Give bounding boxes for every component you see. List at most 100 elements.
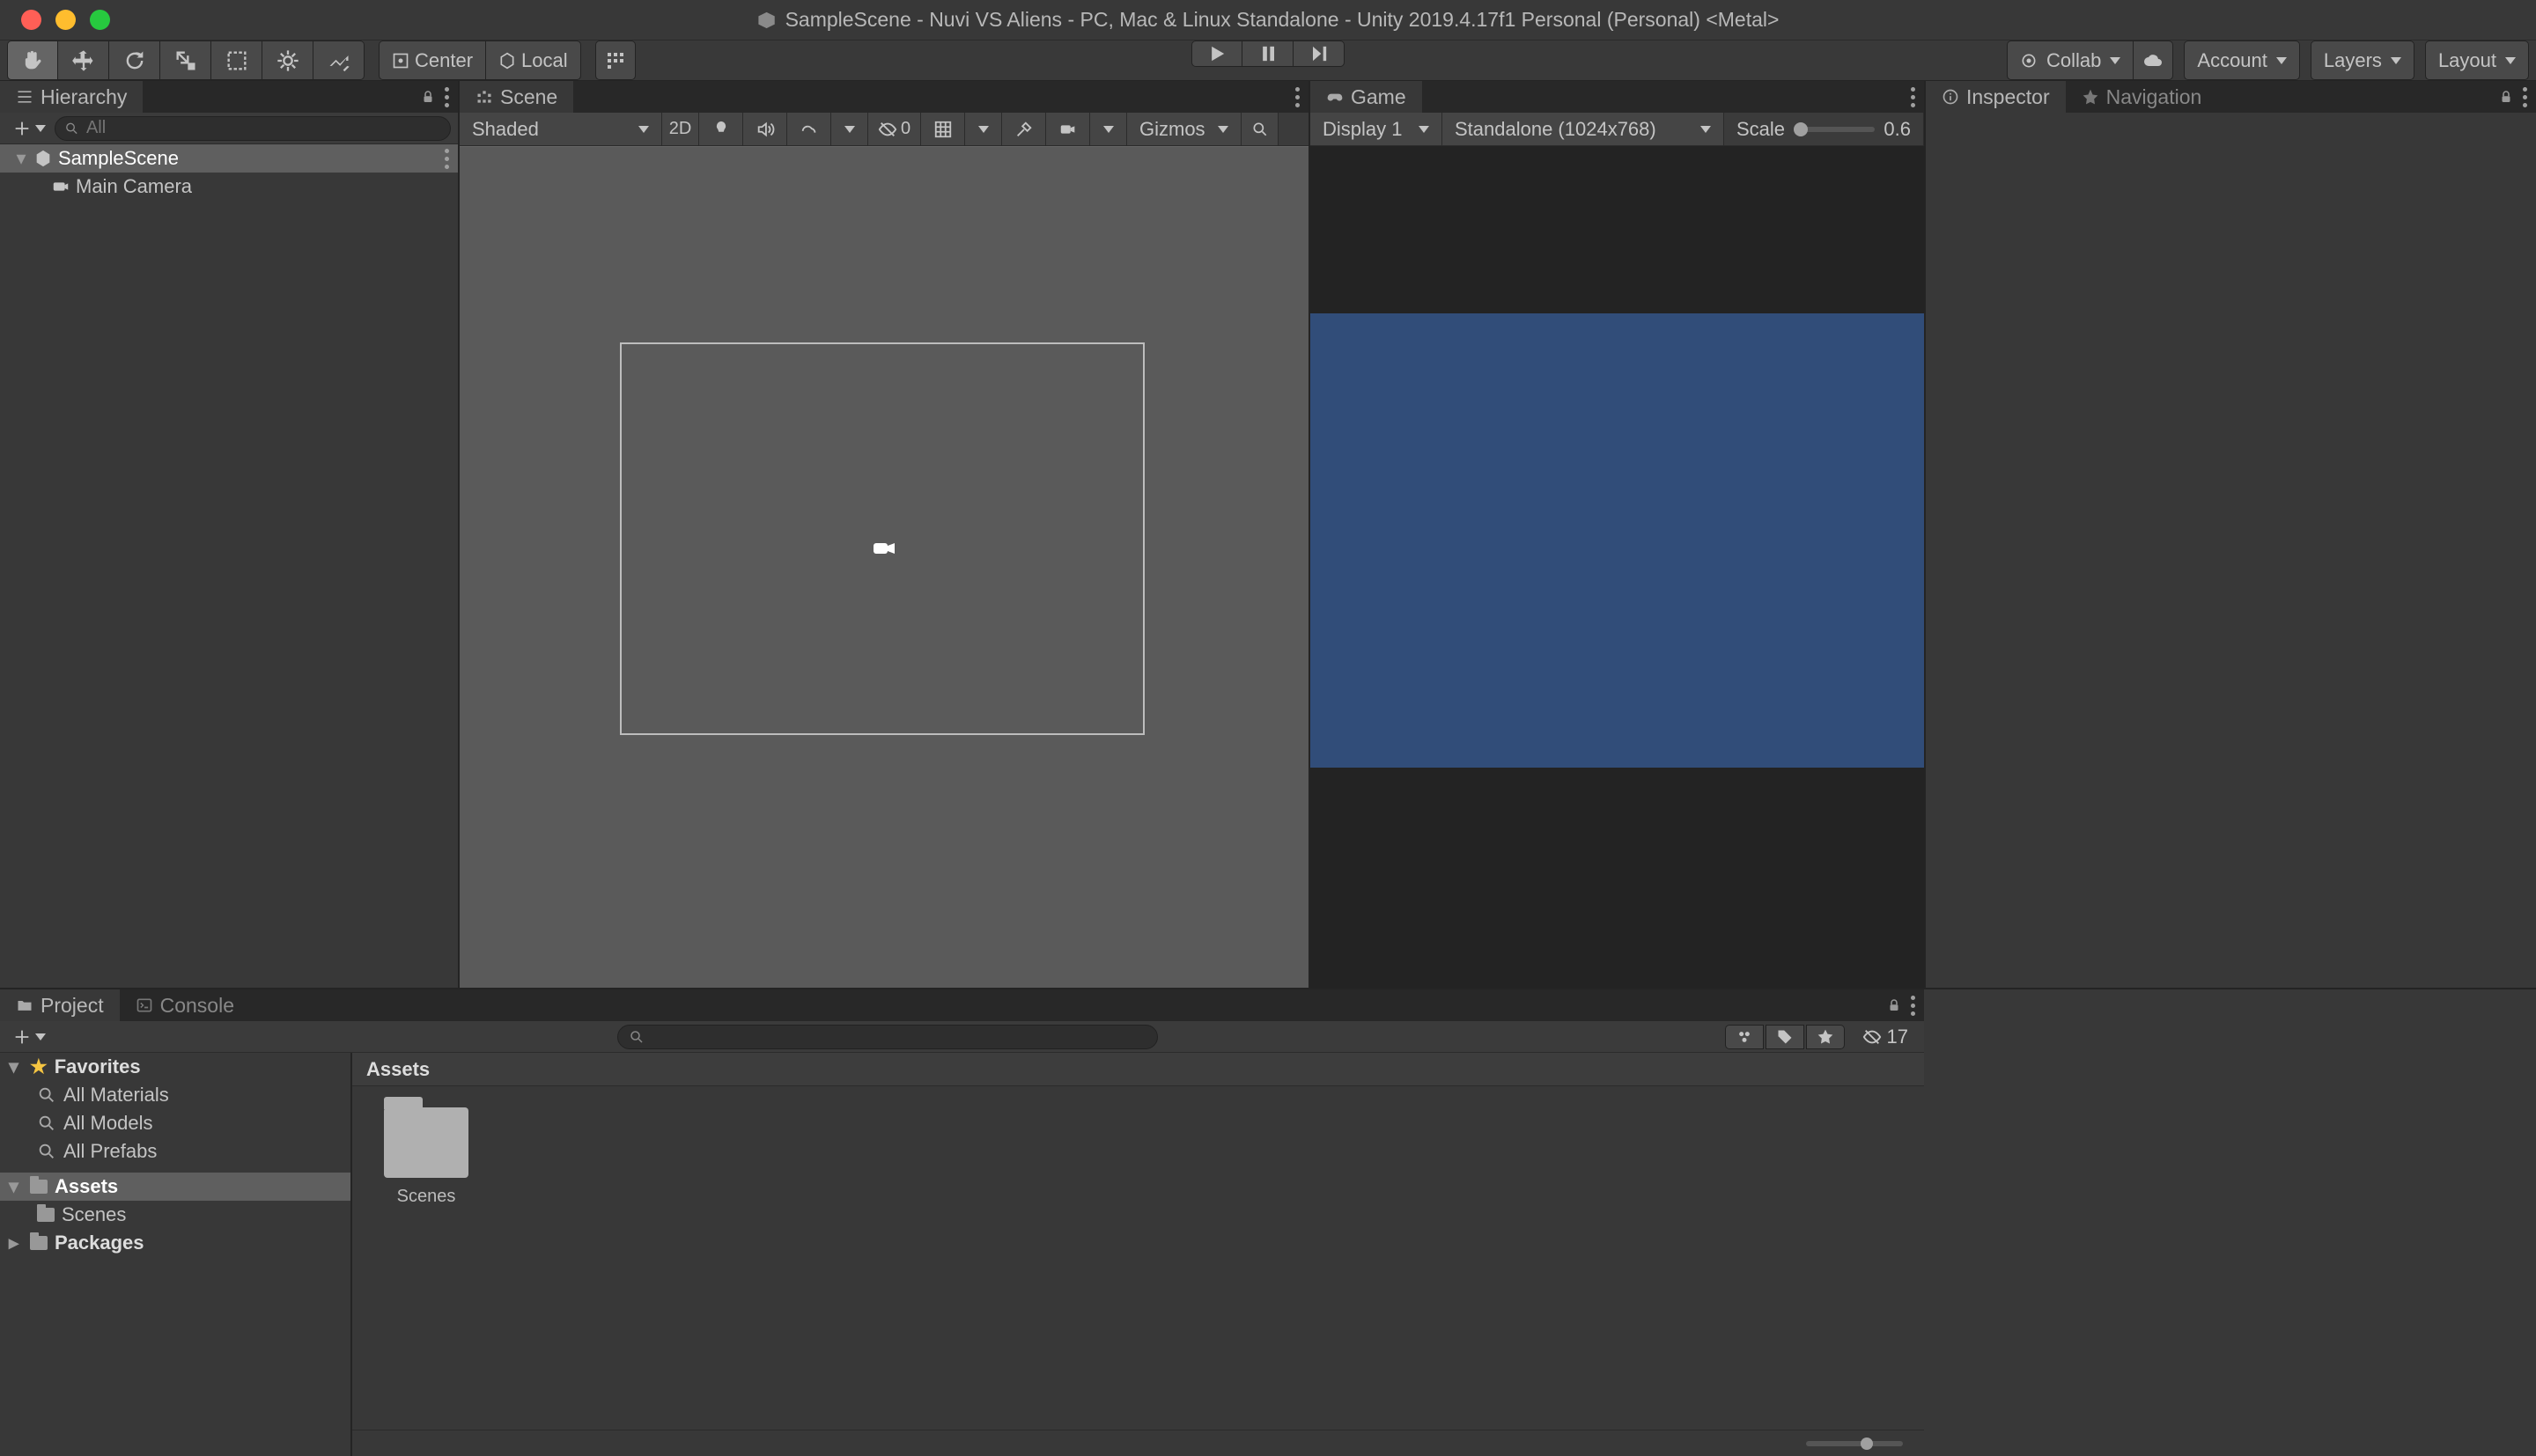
- close-window-button[interactable]: [21, 10, 41, 30]
- hierarchy-item-camera[interactable]: Main Camera: [0, 173, 458, 201]
- tab-project[interactable]: Project: [0, 989, 120, 1021]
- cloud-button[interactable]: [2133, 40, 2173, 80]
- collab-dropdown[interactable]: Collab: [2007, 40, 2133, 80]
- move-tool-button[interactable]: [58, 40, 109, 80]
- scene-visibility-button[interactable]: 0: [868, 113, 921, 145]
- display-label: Display 1: [1323, 118, 1402, 141]
- scene-camera-dropdown[interactable]: [1090, 113, 1127, 145]
- asset-item-folder[interactable]: Scenes: [373, 1107, 479, 1408]
- tab-options-button[interactable]: [2523, 87, 2527, 107]
- packages-root[interactable]: ▸ Packages: [0, 1229, 350, 1257]
- layers-dropdown[interactable]: Layers: [2311, 40, 2414, 80]
- hidden-packages-count: 17: [1887, 1026, 1908, 1048]
- scene-view[interactable]: [460, 146, 1309, 988]
- scale-slider[interactable]: [1794, 127, 1875, 132]
- tab-inspector[interactable]: Inspector: [1926, 81, 2066, 113]
- step-button[interactable]: [1294, 40, 1345, 67]
- favorites-header[interactable]: ▾ ★ Favorites: [0, 1053, 350, 1081]
- chevron-down-icon: [978, 126, 989, 133]
- search-icon: [64, 121, 79, 136]
- gizmos-dropdown[interactable]: Gizmos: [1127, 113, 1242, 145]
- hierarchy-item-scene[interactable]: ▾ SampleScene: [0, 144, 458, 173]
- tab-game[interactable]: Game: [1310, 81, 1422, 113]
- create-button[interactable]: [7, 119, 51, 138]
- rect-tool-button[interactable]: [211, 40, 262, 80]
- assets-root[interactable]: ▾ Assets: [0, 1173, 350, 1201]
- pivot-local-button[interactable]: Local: [485, 40, 581, 80]
- tab-console[interactable]: Console: [120, 989, 250, 1021]
- minimize-window-button[interactable]: [55, 10, 76, 30]
- asset-item-label: Scenes: [397, 1187, 456, 1207]
- hand-tool-button[interactable]: [7, 40, 58, 80]
- scene-tools-button[interactable]: [1002, 113, 1046, 145]
- scale-control[interactable]: Scale 0.6: [1724, 113, 1924, 145]
- shading-mode-dropdown[interactable]: Shaded: [460, 113, 662, 145]
- slider-thumb[interactable]: [1861, 1438, 1873, 1450]
- favorite-item[interactable]: All Materials: [0, 1081, 350, 1109]
- save-search-button[interactable]: [1806, 1025, 1845, 1049]
- assets-child[interactable]: Scenes: [0, 1201, 350, 1229]
- scene-audio-button[interactable]: [743, 113, 787, 145]
- scene-grid-dropdown[interactable]: [965, 113, 1002, 145]
- hidden-packages-toggle[interactable]: 17: [1854, 1026, 1917, 1048]
- chevron-down-icon: [2391, 57, 2401, 64]
- grid-snap-button[interactable]: [595, 40, 636, 80]
- tab-options-button[interactable]: [445, 87, 449, 107]
- game-tab-icon: [1326, 88, 1344, 106]
- resolution-dropdown[interactable]: Standalone (1024x768): [1442, 113, 1724, 145]
- scene-lighting-button[interactable]: [699, 113, 743, 145]
- pause-button[interactable]: [1242, 40, 1294, 67]
- camera-gizmo-icon[interactable]: [870, 534, 898, 563]
- project-breadcrumb[interactable]: Assets: [352, 1053, 1924, 1086]
- transform-tool-button[interactable]: [262, 40, 313, 80]
- scene-options-button[interactable]: [445, 149, 449, 169]
- project-sidebar[interactable]: ▾ ★ Favorites All Materials All Models A…: [0, 1053, 352, 1456]
- scale-slider-thumb[interactable]: [1794, 122, 1808, 136]
- lock-icon[interactable]: [1886, 996, 1902, 1014]
- scene-camera-button[interactable]: [1046, 113, 1090, 145]
- filter-type-button[interactable]: [1725, 1025, 1764, 1049]
- 2d-toggle-button[interactable]: 2D: [662, 113, 699, 145]
- tab-navigation[interactable]: Navigation: [2066, 81, 2218, 113]
- scene-fx-button[interactable]: [787, 113, 831, 145]
- tab-hierarchy[interactable]: Hierarchy: [0, 81, 143, 113]
- project-search[interactable]: [617, 1025, 1158, 1049]
- tab-options-button[interactable]: [1911, 87, 1915, 107]
- layout-dropdown[interactable]: Layout: [2425, 40, 2529, 80]
- hierarchy-tree[interactable]: ▾ SampleScene Main Camera: [0, 144, 458, 988]
- maximize-window-button[interactable]: [90, 10, 110, 30]
- grid-size-slider[interactable]: [1806, 1441, 1903, 1446]
- scene-fx-dropdown[interactable]: [831, 113, 868, 145]
- title-bar: SampleScene - Nuvi VS Aliens - PC, Mac &…: [0, 0, 2536, 40]
- scale-tool-button[interactable]: [160, 40, 211, 80]
- custom-tool-button[interactable]: [313, 40, 365, 80]
- game-view[interactable]: [1310, 146, 1924, 988]
- scene-search-button[interactable]: [1242, 113, 1279, 145]
- scene-grid-button[interactable]: [921, 113, 965, 145]
- expand-caret[interactable]: ▾: [14, 147, 28, 170]
- filter-label-button[interactable]: [1766, 1025, 1804, 1049]
- chevron-down-icon: [35, 125, 46, 132]
- tab-scene[interactable]: Scene: [460, 81, 573, 113]
- hierarchy-search[interactable]: [55, 116, 451, 141]
- create-asset-button[interactable]: [7, 1027, 51, 1047]
- folder-icon: [37, 1208, 55, 1222]
- favorite-item[interactable]: All Prefabs: [0, 1137, 350, 1166]
- hierarchy-tab-bar: Hierarchy: [0, 81, 458, 113]
- hierarchy-icon: [16, 88, 33, 106]
- asset-grid[interactable]: Scenes: [352, 1086, 1924, 1430]
- hierarchy-search-input[interactable]: [86, 118, 441, 138]
- favorite-item[interactable]: All Models: [0, 1109, 350, 1137]
- display-dropdown[interactable]: Display 1: [1310, 113, 1442, 145]
- star-icon: ★: [30, 1055, 48, 1078]
- tab-options-button[interactable]: [1911, 996, 1915, 1016]
- lock-icon[interactable]: [420, 88, 436, 106]
- lock-icon[interactable]: [2498, 88, 2514, 106]
- account-dropdown[interactable]: Account: [2184, 40, 2300, 80]
- scene-toolbar: Shaded 2D 0 Gizmos: [460, 113, 1309, 146]
- tab-options-button[interactable]: [1295, 87, 1300, 107]
- rotate-tool-button[interactable]: [109, 40, 160, 80]
- project-content: Assets Scenes: [352, 1053, 1924, 1456]
- pivot-center-button[interactable]: Center: [379, 40, 485, 80]
- play-button[interactable]: [1191, 40, 1242, 67]
